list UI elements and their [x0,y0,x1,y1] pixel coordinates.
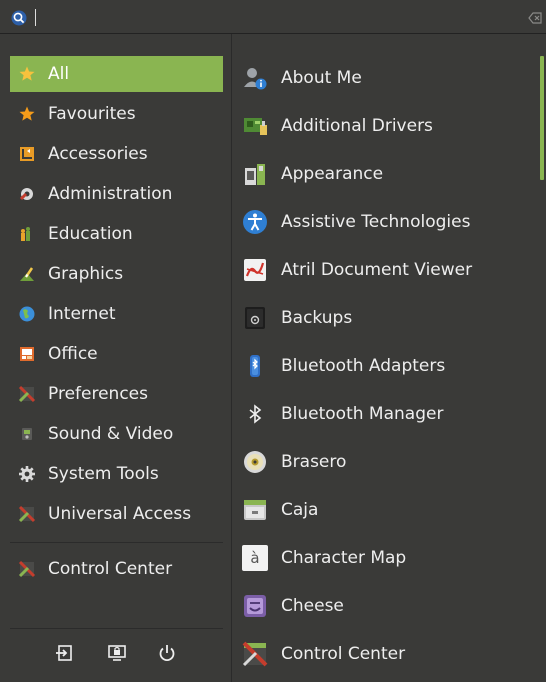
administration-icon [19,188,33,201]
category-label: Preferences [48,384,148,404]
education-icon [21,227,30,241]
app-about-me[interactable]: About Me [232,54,538,102]
search-bar [0,0,546,34]
app-character-map[interactable]: à Character Map [232,534,538,582]
sound-video-icon [22,428,32,440]
app-atril-document-viewer[interactable]: Atril Document Viewer [232,246,538,294]
bluetooth-adapters-icon [250,355,260,377]
lock-screen-icon[interactable] [106,642,128,664]
app-label: Additional Drivers [281,116,433,136]
app-backups[interactable]: Backups [232,294,538,342]
app-cheese[interactable]: Cheese [232,582,538,630]
search-input[interactable] [40,5,510,29]
category-accessories[interactable]: Accessories [10,136,223,172]
category-label: System Tools [48,464,159,484]
backups-icon [245,307,265,329]
bluetooth-icon [249,404,262,424]
app-label: Control Center [281,644,406,664]
appearance-icon [245,164,265,185]
star-icon [19,106,35,121]
caja-icon [244,500,266,520]
category-label: Internet [48,304,116,324]
app-bluetooth-adapters[interactable]: Bluetooth Adapters [232,342,538,390]
app-label: About Me [281,68,362,88]
app-label: Appearance [281,164,384,184]
category-label: Accessories [48,144,148,164]
category-separator [10,542,223,543]
category-label: Education [48,224,133,244]
category-favourites[interactable]: Favourites [10,96,223,132]
office-icon [20,347,34,361]
app-label: Backups [281,308,353,328]
categories-panel: All Favourites Accessories Administratio… [0,34,231,682]
preferences-icon [18,385,36,403]
app-label: Brasero [281,452,347,472]
app-label: Character Map [281,548,407,568]
category-label: All [48,64,70,84]
app-brasero[interactable]: Brasero [232,438,538,486]
category-label: Graphics [48,264,124,284]
logout-icon[interactable] [54,642,76,664]
category-label: Administration [48,184,173,204]
category-office[interactable]: Office [10,336,223,372]
category-preferences[interactable]: Preferences [10,376,223,412]
accessories-icon [20,147,34,161]
category-label: Office [48,344,98,364]
graphics-icon [20,267,34,281]
category-education[interactable]: Education [10,216,223,252]
category-system-tools[interactable]: System Tools [10,456,223,492]
app-assistive-technologies[interactable]: Assistive Technologies [232,198,538,246]
search-icon [11,10,27,26]
category-administration[interactable]: Administration [10,176,223,212]
app-label: Caja [281,500,319,520]
additional-drivers-icon [244,118,267,135]
app-label: Assistive Technologies [281,212,471,232]
power-icon[interactable] [156,642,178,664]
category-sound-video[interactable]: Sound & Video [10,416,223,452]
atril-icon [244,259,266,281]
character-map-glyph: à [250,549,260,567]
text-cursor [35,9,36,26]
category-internet[interactable]: Internet [10,296,223,332]
character-map-icon: à [242,545,268,571]
system-tools-icon [19,466,35,482]
category-universal-access[interactable]: Universal Access [10,496,223,532]
scrollbar-thumb[interactable] [540,56,544,180]
clear-search-icon[interactable] [528,11,542,25]
cheese-icon [244,595,266,617]
about-me-icon [244,68,267,90]
app-label: Cheese [281,596,344,616]
assistive-technologies-icon [243,210,267,234]
category-label: Favourites [48,104,136,124]
category-label: Control Center [48,559,173,579]
app-label: Atril Document Viewer [281,260,473,280]
category-label: Sound & Video [48,424,174,444]
bottom-separator [10,628,223,629]
star-icon [19,66,35,81]
applications-panel: About Me Additional Drivers Appearance A… [232,34,546,682]
category-graphics[interactable]: Graphics [10,256,223,292]
session-buttons [0,630,231,680]
category-label: Universal Access [48,504,192,524]
app-caja[interactable]: Caja [232,486,538,534]
universal-access-icon [18,505,36,523]
category-all[interactable]: All [10,56,223,92]
app-control-center[interactable]: Control Center [232,630,538,678]
brasero-icon [244,451,266,473]
app-bluetooth-manager[interactable]: Bluetooth Manager [232,390,538,438]
app-additional-drivers[interactable]: Additional Drivers [232,102,538,150]
app-label: Bluetooth Manager [281,404,444,424]
control-center-icon [242,641,268,667]
category-control-center[interactable]: Control Center [10,551,223,587]
control-center-icon [18,560,36,578]
internet-icon [19,306,35,322]
app-label: Bluetooth Adapters [281,356,446,376]
app-appearance[interactable]: Appearance [232,150,538,198]
